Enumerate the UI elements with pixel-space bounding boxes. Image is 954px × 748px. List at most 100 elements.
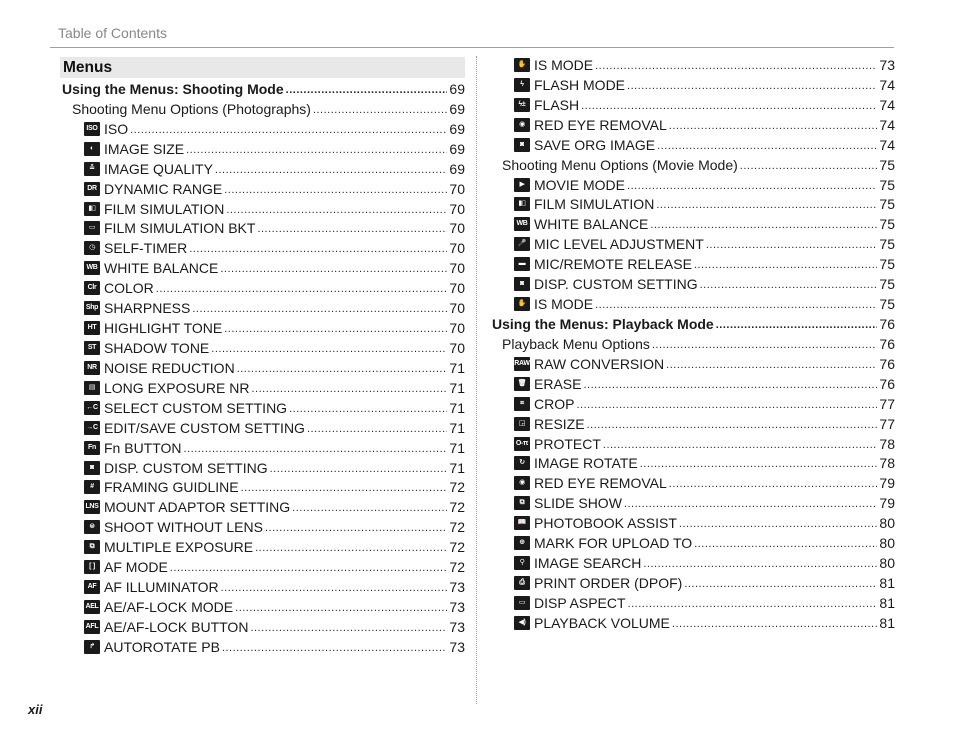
toc-entry-page: 72 [449, 499, 465, 516]
toc-entry-text: FILM SIMULATION [104, 200, 225, 217]
dot-leader [694, 254, 878, 276]
toc-entry-label: →C EDIT/SAVE CUSTOM SETTING [84, 419, 305, 439]
toc-entry[interactable]: ⌗ CROP 77 [490, 395, 895, 415]
toc-entry[interactable]: ▶ MOVIE MODE 75 [490, 176, 895, 196]
toc-entry[interactable]: ▮▯ FILM SIMULATION 70 [60, 200, 465, 220]
toc-entry[interactable]: ▭ DISP ASPECT 81 [490, 594, 895, 614]
toc-entry-label: ⊜ SHOOT WITHOUT LENS [84, 518, 263, 538]
toc-entry[interactable]: LNS MOUNT ADAPTOR SETTING 72 [60, 498, 465, 518]
toc-entry-page: 71 [449, 399, 465, 416]
toc-entry[interactable]: ◉ RED EYE REMOVAL 74 [490, 116, 895, 136]
toc-entry[interactable]: Shp SHARPNESS 70 [60, 299, 465, 319]
toc-entry[interactable]: Shooting Menu Options (Movie Mode) 75 [490, 156, 895, 176]
toc-entry[interactable]: Fn Fn BUTTON 71 [60, 439, 465, 459]
toc-entry-text: IS MODE [534, 296, 594, 313]
toc-entry-label: AF AF ILLUMINATOR [84, 578, 219, 598]
dot-leader [700, 274, 878, 296]
toc-entry[interactable]: ◲ RESIZE 77 [490, 415, 895, 435]
mic-level-adjustment-icon: 🎤 [514, 237, 530, 252]
red-eye-removal-icon: ◉ [514, 476, 530, 491]
toc-entry[interactable]: ←C SELECT CUSTOM SETTING 71 [60, 399, 465, 419]
toc-entry[interactable]: O-π PROTECT 78 [490, 435, 895, 455]
toc-entry[interactable]: ◙ DISP. CUSTOM SETTING 75 [490, 275, 895, 295]
toc-entry-label: ✋ IS MODE [514, 56, 593, 76]
toc-entry[interactable]: Playback Menu Options 76 [490, 335, 895, 355]
toc-entry[interactable]: Using the Menus: Playback Mode 76 [490, 315, 895, 335]
toc-entry[interactable]: ⊜ SHOOT WITHOUT LENS 72 [60, 518, 465, 538]
dot-leader [595, 294, 877, 316]
toc-entry-text: MOUNT ADAPTOR SETTING [104, 499, 291, 516]
toc-entry[interactable]: AFL AE/AF-LOCK BUTTON 73 [60, 618, 465, 638]
toc-entry[interactable]: # FRAMING GUIDLINE 72 [60, 478, 465, 498]
toc-entry[interactable]: ◉ RED EYE REMOVAL 79 [490, 474, 895, 494]
dot-leader [706, 234, 878, 256]
toc-entry[interactable]: ◙ DISP. CUSTOM SETTING 71 [60, 459, 465, 479]
toc-entry-text: Playback Menu Options [502, 335, 650, 352]
toc-entry[interactable]: ◷ SELF-TIMER 70 [60, 239, 465, 259]
dot-leader [669, 115, 878, 137]
movie-mode-icon: ▶ [514, 177, 530, 192]
toc-entry[interactable]: ▮▯ FILM SIMULATION 75 [490, 195, 895, 215]
toc-entry[interactable]: ⊕ MARK FOR UPLOAD TO 80 [490, 534, 895, 554]
toc-entry[interactable]: ↱ AUTOROTATE PB 73 [60, 638, 465, 658]
toc-entry[interactable]: ≛ IMAGE QUALITY 69 [60, 160, 465, 180]
toc-entry[interactable]: ✋ IS MODE 75 [490, 295, 895, 315]
toc-entry-text: PHOTOBOOK ASSIST [534, 515, 677, 532]
dot-leader [627, 175, 877, 197]
toc-entry[interactable]: AF AF ILLUMINATOR 73 [60, 578, 465, 598]
fn-button-icon: Fn [84, 440, 100, 455]
toc-entry[interactable]: RAW RAW CONVERSION 76 [490, 355, 895, 375]
toc-entry[interactable]: ▤ LONG EXPOSURE NR 71 [60, 379, 465, 399]
toc-entry-label: WB WHITE BALANCE [514, 215, 648, 235]
toc-entry[interactable]: ⎙ PRINT ORDER (DPOF) 81 [490, 574, 895, 594]
toc-entry-text: IMAGE ROTATE [534, 455, 638, 472]
toc-entry-text: FRAMING GUIDLINE [104, 479, 239, 496]
toc-entry[interactable]: 🎤 MIC LEVEL ADJUSTMENT 75 [490, 235, 895, 255]
toc-entry-label: Clr COLOR [84, 279, 154, 299]
toc-entry[interactable]: Using the Menus: Shooting Mode 69 [60, 80, 465, 100]
raw-conversion-icon: RAW [514, 356, 530, 371]
toc-entry[interactable]: ϟ± FLASH 74 [490, 96, 895, 116]
toc-entry-label: ↱ AUTOROTATE PB [84, 638, 220, 658]
toc-entry[interactable]: ISO ISO 69 [60, 120, 465, 140]
toc-entry[interactable]: ↻ IMAGE ROTATE 78 [490, 454, 895, 474]
toc-entry[interactable]: Clr COLOR 70 [60, 279, 465, 299]
toc-entry[interactable]: ST SHADOW TONE 70 [60, 339, 465, 359]
dot-leader [270, 458, 448, 480]
toc-entry[interactable]: ⧉ SLIDE SHOW 79 [490, 494, 895, 514]
toc-entry[interactable]: DR DYNAMIC RANGE 70 [60, 180, 465, 200]
toc-entry-label: ▤ LONG EXPOSURE NR [84, 379, 249, 399]
toc-entry[interactable]: WB WHITE BALANCE 70 [60, 259, 465, 279]
toc-entry[interactable]: NR NOISE REDUCTION 71 [60, 359, 465, 379]
toc-entry[interactable]: AEL AE/AF-LOCK MODE 73 [60, 598, 465, 618]
af-illuminator-icon: AF [84, 580, 100, 595]
disp-custom-setting-icon: ◙ [514, 277, 530, 292]
toc-entry-label: ⊕ MARK FOR UPLOAD TO [514, 534, 692, 554]
toc-entry[interactable]: ϟ FLASH MODE 74 [490, 76, 895, 96]
toc-entry[interactable]: 🗑 ERASE 76 [490, 375, 895, 395]
toc-entry[interactable]: ✋ IS MODE 73 [490, 56, 895, 76]
toc-entry[interactable]: →C EDIT/SAVE CUSTOM SETTING 71 [60, 419, 465, 439]
toc-entry-page: 71 [449, 439, 465, 456]
dynamic-range-icon: DR [84, 181, 100, 196]
toc-entry[interactable]: ◙ SAVE ORG IMAGE 74 [490, 136, 895, 156]
toc-entry[interactable]: ⧉ MULTIPLE EXPOSURE 72 [60, 538, 465, 558]
toc-entry[interactable]: ◐ IMAGE SIZE 69 [60, 140, 465, 160]
toc-entry-text: DISP. CUSTOM SETTING [104, 459, 268, 476]
toc-entry-page: 73 [449, 618, 465, 635]
toc-entry[interactable]: ▭ FILM SIMULATION BKT 70 [60, 219, 465, 239]
toc-entry[interactable]: ⚲ IMAGE SEARCH 80 [490, 554, 895, 574]
toc-entry-page: 81 [879, 614, 895, 631]
toc-entry[interactable]: 📖 PHOTOBOOK ASSIST 80 [490, 514, 895, 534]
toc-entry[interactable]: [ ] AF MODE 72 [60, 558, 465, 578]
toc-entry-text: FILM SIMULATION BKT [104, 220, 256, 237]
toc-entry[interactable]: HT HIGHLIGHT TONE 70 [60, 319, 465, 339]
toc-entry-page: 71 [449, 419, 465, 436]
toc-entry[interactable]: ▬ MIC/REMOTE RELEASE 75 [490, 255, 895, 275]
toc-entry[interactable]: ◀) PLAYBACK VOLUME 81 [490, 614, 895, 634]
toc-entry-page: 75 [879, 156, 895, 173]
dot-leader [186, 139, 447, 161]
toc-entry[interactable]: Shooting Menu Options (Photographs) 69 [60, 100, 465, 120]
toc-entry[interactable]: WB WHITE BALANCE 75 [490, 215, 895, 235]
dot-leader [627, 75, 877, 97]
